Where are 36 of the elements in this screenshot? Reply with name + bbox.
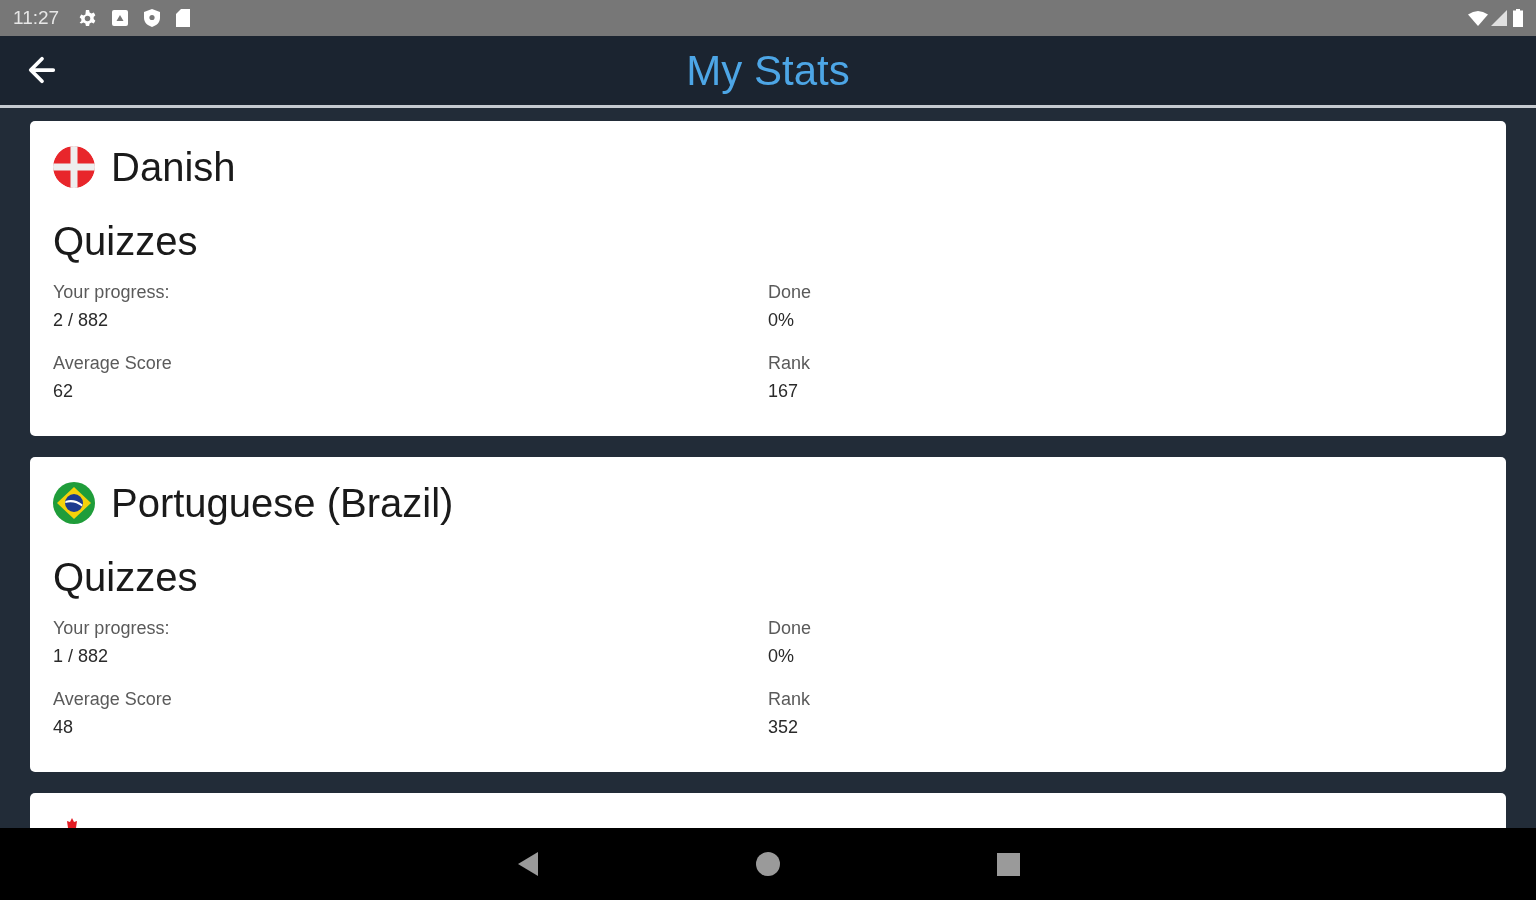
circle-icon bbox=[756, 852, 780, 876]
stat-value: 352 bbox=[768, 716, 799, 739]
stat-value: 2 / 882 bbox=[53, 309, 109, 332]
leaf-icon bbox=[65, 818, 79, 828]
triangle-icon bbox=[518, 852, 538, 876]
language-name: Danish bbox=[111, 146, 236, 188]
section-title: Quizzes bbox=[53, 218, 198, 264]
stat-label: Done bbox=[768, 281, 812, 304]
stat-value: 62 bbox=[53, 380, 74, 403]
signal-icon bbox=[1491, 10, 1507, 26]
sd-card-icon bbox=[176, 9, 191, 27]
arrow-left-icon bbox=[27, 55, 57, 85]
stat-label: Rank bbox=[768, 688, 811, 711]
flag-icon bbox=[53, 146, 95, 188]
stat-label: Your progress: bbox=[53, 617, 170, 640]
gear-icon bbox=[79, 9, 97, 27]
triangle-box-icon bbox=[112, 10, 129, 26]
section-title: Quizzes bbox=[53, 554, 198, 600]
stat-label: Done bbox=[768, 617, 812, 640]
square-icon bbox=[996, 852, 1020, 876]
language-name: Portuguese (Brazil) bbox=[111, 482, 454, 524]
stat-value: 167 bbox=[768, 380, 799, 403]
screen-title: My Stats bbox=[686, 45, 850, 96]
stat-label: Your progress: bbox=[53, 281, 170, 304]
stat-value: 48 bbox=[53, 716, 74, 739]
battery-icon bbox=[1513, 9, 1523, 27]
stat-value: 0% bbox=[768, 645, 794, 668]
stat-label: Rank bbox=[768, 352, 811, 375]
stat-label: Average Score bbox=[53, 688, 172, 711]
status-time: 11:27 bbox=[13, 5, 60, 30]
shield-icon bbox=[144, 9, 161, 27]
wifi-icon bbox=[1468, 10, 1488, 26]
stat-label: Average Score bbox=[53, 352, 172, 375]
stat-value: 1 / 882 bbox=[53, 645, 109, 668]
flag-icon bbox=[53, 482, 95, 524]
stat-value: 0% bbox=[768, 309, 794, 332]
